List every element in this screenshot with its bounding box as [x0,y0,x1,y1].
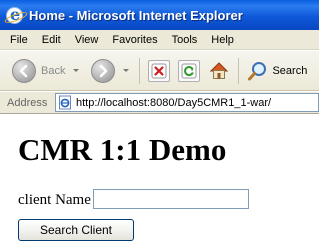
back-label: Back [41,64,66,77]
window-titlebar: Home - Microsoft Internet Explorer [0,0,319,30]
forward-arrow-icon [91,58,116,83]
page-content: CMR 1:1 Demo client Name Search Client [0,115,319,252]
back-arrow-icon [12,58,36,83]
client-name-label: client Name [18,192,91,208]
forward-dropdown-icon[interactable] [123,69,130,72]
toolbar-separator [139,57,141,84]
menu-favorites[interactable]: Favorites [105,31,164,49]
menu-bar: File Edit View Favorites Tools Help [0,30,319,50]
stop-icon[interactable] [148,59,171,82]
search-magnifier-icon [248,61,267,80]
toolbar-separator [238,57,240,84]
page-title: CMR 1:1 Demo [18,132,227,167]
back-button[interactable]: Back [12,56,80,86]
menu-edit[interactable]: Edit [35,31,68,49]
back-dropdown-icon[interactable] [73,69,80,72]
menu-view[interactable]: View [68,31,106,49]
address-url: http://localhost:8080/Day5CMR1_1-war/ [76,96,272,109]
forward-button[interactable] [91,56,130,86]
address-field[interactable]: http://localhost:8080/Day5CMR1_1-war/ [55,93,319,112]
menu-tools[interactable]: Tools [165,31,205,49]
ie-page-icon [59,95,71,110]
window-title: Home - Microsoft Internet Explorer [29,7,243,23]
address-bar: Address http://localhost:8080/Day5CMR1_1… [0,92,319,114]
menu-file[interactable]: File [3,31,35,49]
home-icon[interactable] [208,60,230,82]
internet-explorer-icon [6,5,23,24]
browser-toolbar: Back Search [0,51,319,91]
refresh-icon[interactable] [178,59,201,82]
menu-help[interactable]: Help [204,31,241,49]
search-label: Search [272,64,308,77]
search-client-button[interactable]: Search Client [18,219,134,241]
address-label: Address [7,96,48,109]
client-name-input[interactable] [93,189,249,209]
search-button[interactable]: Search [247,56,307,86]
